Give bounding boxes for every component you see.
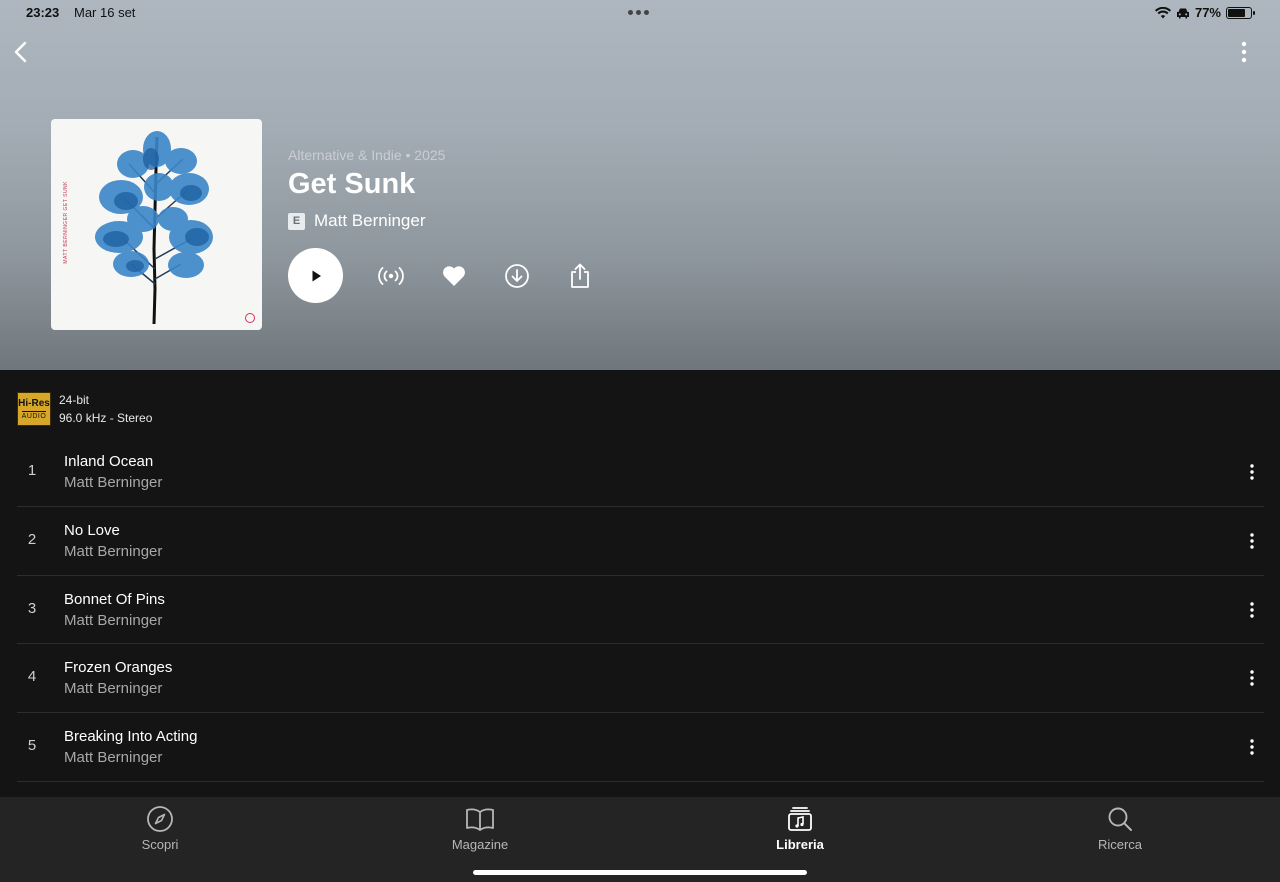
download-button[interactable] [503, 262, 531, 290]
wifi-icon [1154, 6, 1171, 18]
track-artist: Matt Berninger [64, 542, 163, 560]
book-icon [466, 808, 494, 831]
battery-percent: 77% [1194, 5, 1221, 20]
status-indicators: 77% [1154, 5, 1255, 20]
heart-icon [443, 265, 465, 286]
status-time: 23:23 [26, 5, 60, 20]
label-badge-icon [245, 313, 255, 323]
favorite-button[interactable] [440, 262, 468, 290]
car-icon [1176, 8, 1189, 18]
track-artist: Matt Berninger [64, 474, 163, 491]
track-more-icon[interactable] [1244, 462, 1260, 482]
play-icon [312, 270, 321, 281]
hires-badge-bottom: AUDIO [21, 410, 47, 420]
track-artist: Matt Berninger [64, 611, 163, 629]
track-row[interactable]: 4 Frozen Oranges Matt Berninger [17, 644, 1264, 714]
album-header: 23:23 Mar 16 set 77% MATT BERNINGER GET … [0, 0, 1280, 370]
track-list: 1 Inland Ocean Matt Berninger 2 No Love … [17, 438, 1264, 782]
track-title: Inland Ocean [64, 453, 154, 470]
track-number: 1 [27, 462, 37, 479]
audio-quality: Hi-Res AUDIO 24-bit 96.0 kHz - Stereo [17, 391, 152, 427]
track-title: Breaking Into Acting [64, 728, 198, 746]
album-actions [288, 248, 594, 303]
battery-icon [1226, 6, 1255, 19]
download-icon [505, 263, 529, 288]
hires-badge-top: Hi-Res [18, 397, 50, 409]
track-artist: Matt Berninger [64, 749, 163, 767]
album-title: Get Sunk [288, 168, 416, 200]
home-indicator[interactable] [473, 870, 807, 875]
tab-magazine[interactable]: Magazine [420, 805, 540, 852]
radio-button[interactable] [377, 262, 405, 290]
tab-label: Ricerca [1097, 837, 1143, 852]
tab-label: Libreria [776, 837, 824, 852]
track-more-icon[interactable] [1244, 600, 1260, 620]
album-cover[interactable]: MATT BERNINGER GET SUNK [51, 119, 262, 330]
explicit-badge: E [288, 212, 305, 230]
album-meta: Alternative & Indie • 2025 [288, 147, 446, 163]
compass-icon [147, 806, 173, 832]
cover-leaf-art [95, 131, 213, 325]
sample-rate: 96.0 kHz - Stereo [59, 411, 153, 425]
track-number: 4 [27, 668, 37, 686]
track-row[interactable]: 5 Breaking Into Acting Matt Berninger [17, 713, 1264, 782]
multitasking-dots-icon[interactable] [628, 10, 649, 15]
bit-depth: 24-bit [59, 393, 90, 407]
track-more-icon[interactable] [1244, 737, 1260, 757]
tab-label: Scopri [141, 837, 179, 852]
artist-row[interactable]: E Matt Berninger [288, 211, 426, 231]
track-row[interactable]: 1 Inland Ocean Matt Berninger [17, 438, 1264, 507]
status-bar: 23:23 Mar 16 set 77% [0, 0, 1280, 26]
share-button[interactable] [566, 262, 594, 290]
tab-label: Magazine [451, 837, 509, 852]
track-title: Bonnet Of Pins [64, 590, 165, 608]
library-icon [788, 807, 812, 831]
tab-libreria[interactable]: Libreria [740, 805, 860, 852]
track-more-icon[interactable] [1244, 531, 1260, 551]
vertical-ellipsis-icon[interactable] [1234, 40, 1254, 64]
track-number: 2 [27, 530, 37, 548]
tab-ricerca[interactable]: Ricerca [1060, 805, 1180, 852]
track-number: 5 [27, 737, 37, 755]
hires-audio-badge: Hi-Res AUDIO [17, 392, 51, 426]
play-button[interactable] [288, 248, 343, 303]
search-icon [1108, 807, 1132, 831]
status-date: Mar 16 set [74, 5, 136, 20]
track-row[interactable]: 2 No Love Matt Berninger [17, 507, 1264, 576]
track-title: No Love [64, 521, 120, 539]
track-title: Frozen Oranges [64, 659, 173, 677]
tab-scopri[interactable]: Scopri [100, 805, 220, 852]
quality-text: 24-bit 96.0 kHz - Stereo [59, 391, 152, 427]
chevron-left-icon[interactable] [10, 38, 34, 66]
share-icon [571, 263, 589, 288]
track-number: 3 [27, 599, 37, 617]
track-artist: Matt Berninger [64, 680, 163, 698]
radio-icon [378, 266, 404, 285]
artist-link[interactable]: Matt Berninger [314, 211, 426, 231]
track-row[interactable]: 3 Bonnet Of Pins Matt Berninger [17, 576, 1264, 645]
track-more-icon[interactable] [1244, 668, 1260, 688]
